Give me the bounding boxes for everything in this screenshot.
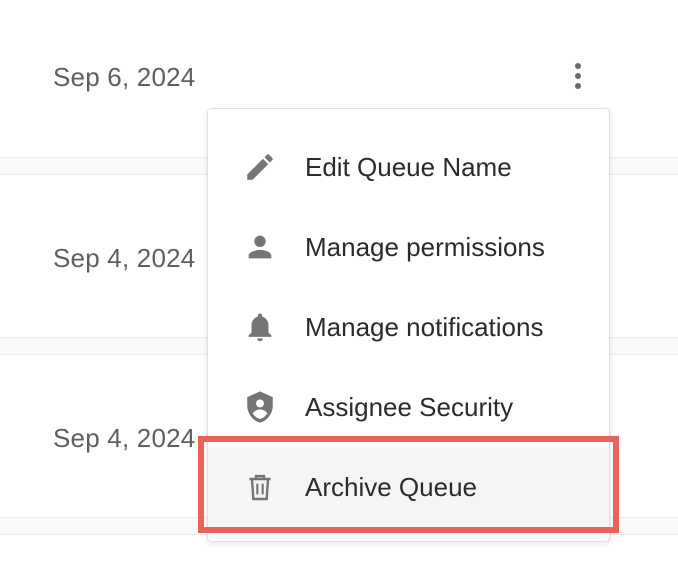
row-date: Sep 4, 2024: [53, 243, 196, 273]
trash-icon: [242, 469, 278, 505]
menu-item-manage-permissions[interactable]: Manage permissions: [208, 207, 609, 287]
kebab-dot: [575, 73, 581, 79]
menu-item-label: Manage permissions: [305, 232, 545, 262]
menu-item-archive-queue[interactable]: Archive Queue: [208, 447, 609, 527]
menu-item-assignee-security[interactable]: Assignee Security: [208, 367, 609, 447]
menu-item-label: Manage notifications: [305, 312, 544, 342]
person-icon: [242, 229, 278, 265]
menu-item-label: Assignee Security: [305, 392, 514, 422]
kebab-dot: [575, 83, 581, 89]
row-date: Sep 6, 2024: [53, 62, 196, 92]
queue-actions-menu: Edit Queue Name Manage permissions Manag…: [207, 108, 610, 542]
menu-item-label: Archive Queue: [305, 472, 477, 502]
queue-list-view: Sep 6, 2024 Sep 4, 2024 Sep 4, 2024 Edit…: [0, 0, 678, 584]
more-options-icon[interactable]: [564, 58, 592, 94]
kebab-dot: [575, 63, 581, 69]
menu-item-manage-notifications[interactable]: Manage notifications: [208, 287, 609, 367]
bell-icon: [242, 309, 278, 345]
menu-item-label: Edit Queue Name: [305, 152, 512, 182]
shield-person-icon: [242, 389, 278, 425]
menu-item-edit-queue-name[interactable]: Edit Queue Name: [208, 127, 609, 207]
row-date: Sep 4, 2024: [53, 423, 196, 453]
pencil-icon: [242, 149, 278, 185]
